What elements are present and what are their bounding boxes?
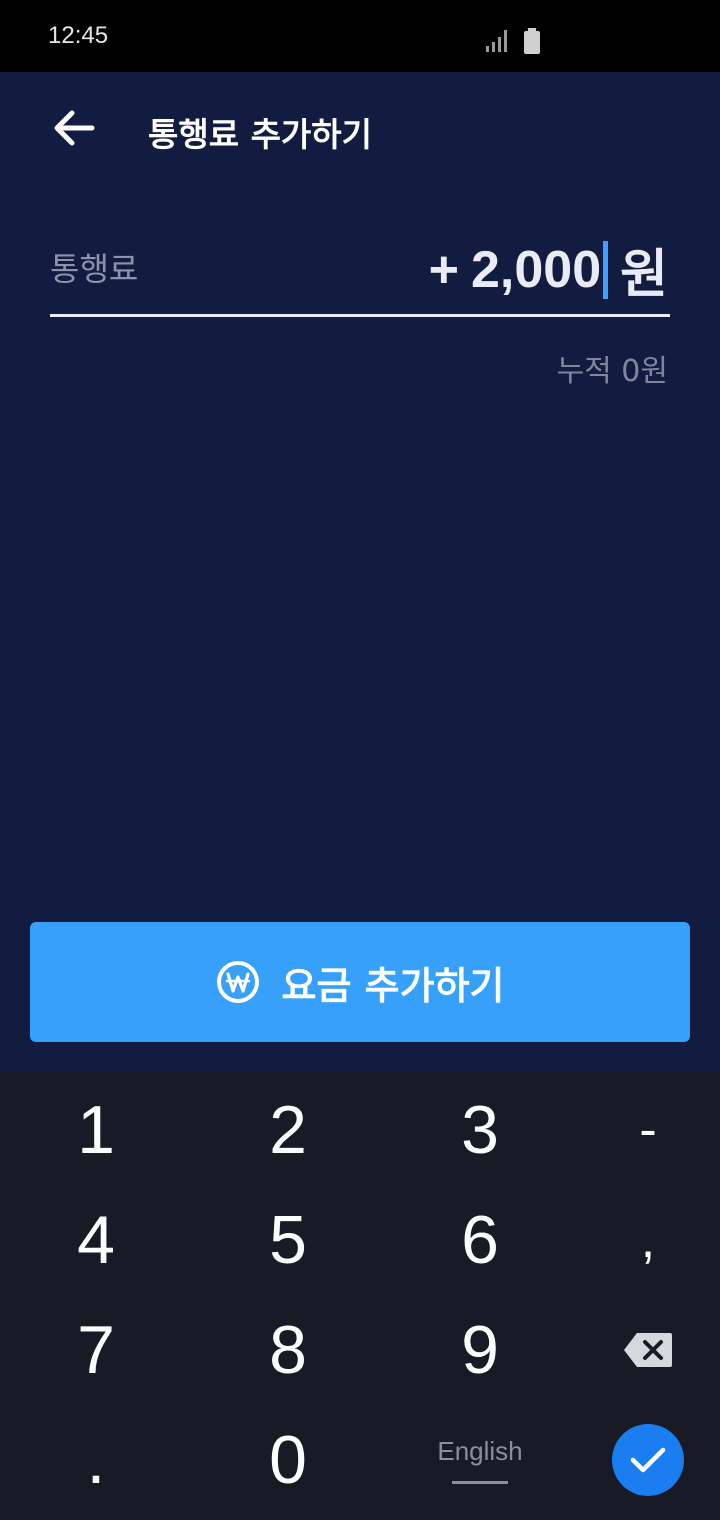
key-3[interactable]: 3 <box>400 1080 560 1180</box>
page-title: 통행료 추가하기 <box>148 115 373 154</box>
language-label: English <box>437 1436 523 1466</box>
toll-unit: 원 <box>620 245 668 305</box>
key-dot[interactable]: . <box>16 1410 176 1510</box>
key-6[interactable]: 6 <box>400 1190 560 1290</box>
toll-prefix: + <box>428 240 460 299</box>
key-0[interactable]: 0 <box>208 1410 368 1510</box>
signal-icon <box>486 30 507 52</box>
check-icon <box>630 1447 666 1473</box>
accumulated-total: 누적 0원 <box>556 354 668 389</box>
toll-label: 통행료 <box>50 250 139 288</box>
language-underline <box>452 1481 508 1484</box>
key-8[interactable]: 8 <box>208 1300 368 1400</box>
key-9[interactable]: 9 <box>400 1300 560 1400</box>
text-cursor <box>603 240 609 299</box>
toll-underline <box>50 314 670 317</box>
toll-amount-value: 2,000 <box>471 240 602 299</box>
battery-icon <box>524 28 540 54</box>
key-5[interactable]: 5 <box>208 1190 368 1290</box>
key-4[interactable]: 4 <box>16 1190 176 1290</box>
arrow-left-icon <box>54 110 95 146</box>
backspace-icon <box>624 1333 672 1367</box>
language-switch-key[interactable]: English <box>400 1410 560 1510</box>
toll-amount-field[interactable]: + 2,000 원 <box>429 232 668 307</box>
backspace-key[interactable] <box>568 1300 720 1400</box>
back-button[interactable] <box>48 104 100 152</box>
status-time: 12:45 <box>48 22 109 49</box>
key-comma[interactable]: , <box>568 1190 720 1290</box>
add-fee-label: 요금 추가하기 <box>281 963 505 1008</box>
status-bar: 12:45 <box>0 0 720 72</box>
key-minus[interactable]: - <box>568 1080 720 1180</box>
add-fee-button[interactable]: 요금 추가하기 <box>30 922 690 1042</box>
key-7[interactable]: 7 <box>16 1300 176 1400</box>
key-1[interactable]: 1 <box>16 1080 176 1180</box>
won-icon <box>216 961 259 1003</box>
key-2[interactable]: 2 <box>208 1080 368 1180</box>
confirm-button[interactable] <box>612 1424 684 1496</box>
